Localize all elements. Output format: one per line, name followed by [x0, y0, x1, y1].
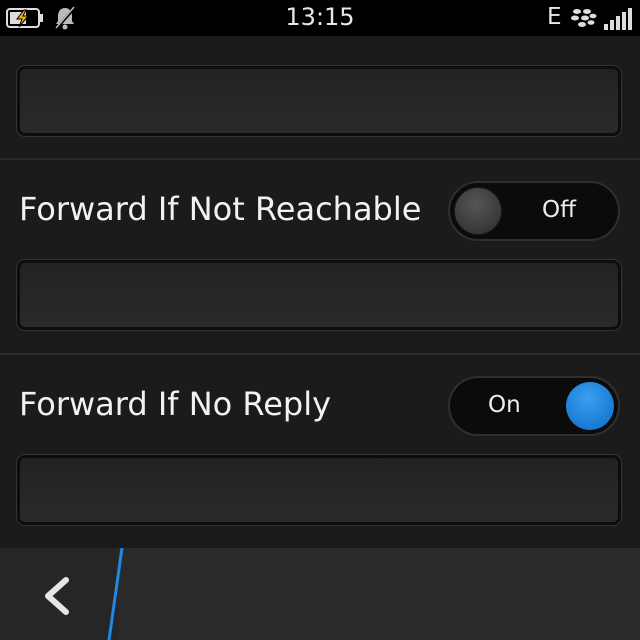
blackberry-icon	[571, 9, 597, 27]
toggle-state-label: Off	[542, 197, 576, 223]
forward-no-reply-number-field[interactable]	[17, 455, 621, 525]
action-bar	[0, 548, 640, 640]
network-type: E	[547, 4, 562, 30]
forward-not-reachable-toggle[interactable]: Off	[448, 181, 620, 241]
status-time: 13:15	[285, 3, 355, 31]
forward-no-reply-toggle[interactable]: On	[448, 376, 620, 436]
toggle-knob	[566, 382, 614, 430]
setting-section-partial	[0, 36, 640, 160]
partial-number-field[interactable]	[17, 66, 621, 136]
status-bar: 13:15 E	[0, 0, 640, 36]
accent-divider	[107, 548, 124, 640]
setting-forward-no-reply: Forward If No Reply On	[0, 355, 640, 548]
chevron-left-icon	[45, 577, 69, 615]
call-forwarding-settings: Forward If Not Reachable Off Forward If …	[0, 36, 640, 548]
setting-forward-not-reachable: Forward If Not Reachable Off	[0, 160, 640, 354]
forward-not-reachable-number-field[interactable]	[17, 260, 621, 330]
toggle-state-label: On	[488, 392, 521, 418]
forward-no-reply-label: Forward If No Reply	[19, 385, 332, 423]
forward-not-reachable-label: Forward If Not Reachable	[19, 190, 422, 228]
toggle-knob	[454, 187, 502, 235]
signal-bars-icon	[604, 8, 632, 30]
